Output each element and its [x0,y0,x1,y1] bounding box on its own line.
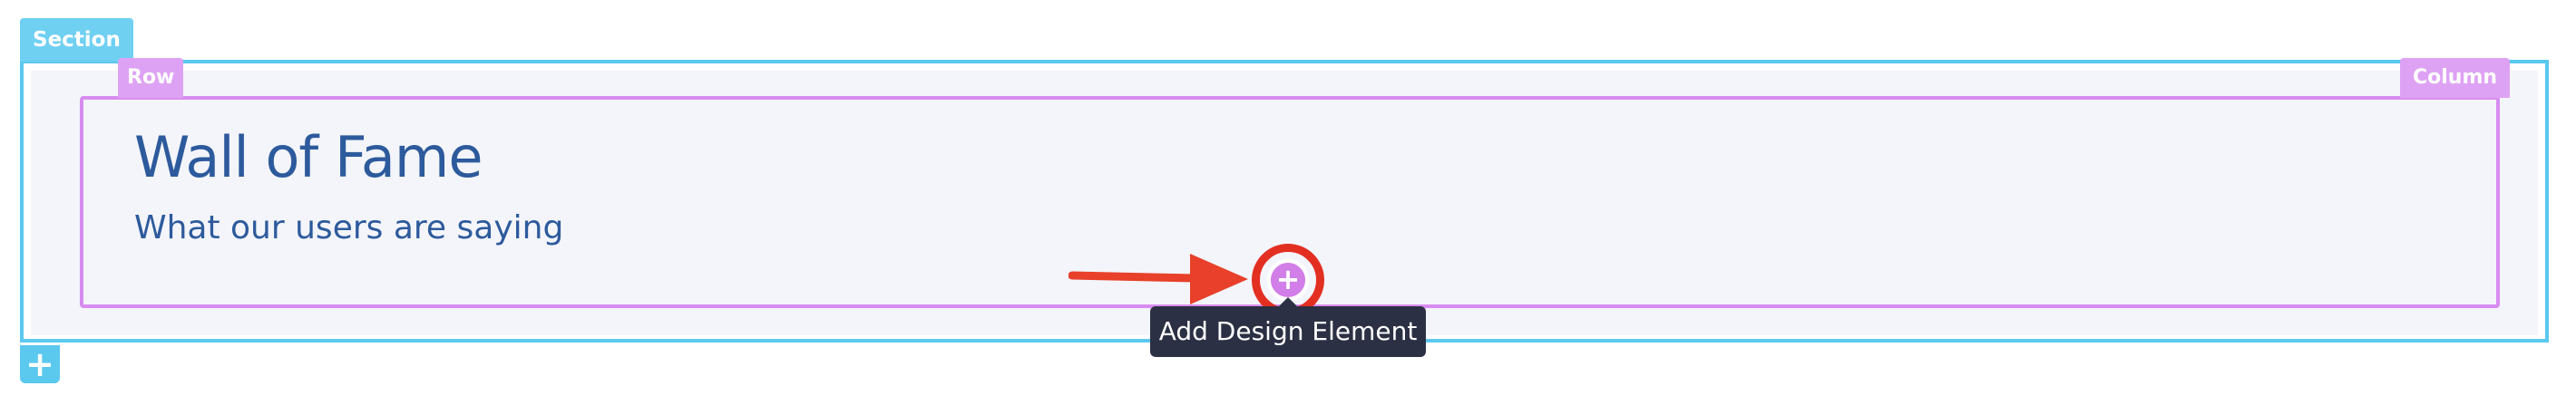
add-section-button[interactable]: + [20,345,60,383]
heading-text[interactable]: Wall of Fame [134,120,483,196]
pointer-arrow-icon [1068,254,1248,304]
subheading-text[interactable]: What our users are saying [134,203,563,254]
column-label-tab[interactable]: Column [2400,58,2511,98]
section-label-tab[interactable]: Section [20,18,133,62]
tooltip-caret [1279,297,1297,306]
row-label-tab[interactable]: Row [118,58,184,98]
add-design-element-button[interactable]: + [1267,259,1309,301]
add-design-element-tooltip: Add Design Element [1150,306,1426,357]
